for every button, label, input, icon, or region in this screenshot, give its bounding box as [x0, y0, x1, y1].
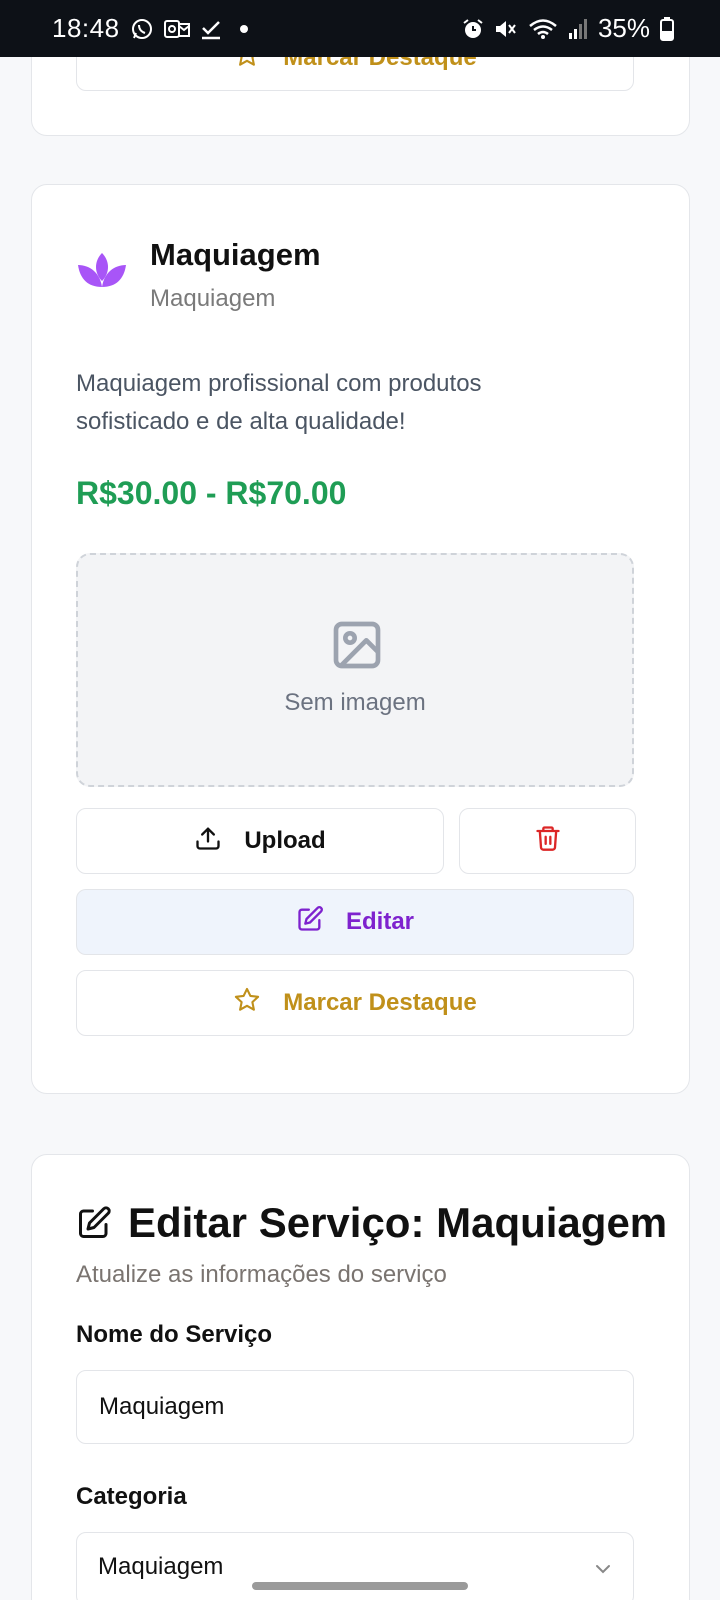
edit-icon	[296, 905, 324, 940]
edit-subtitle: Atualize as informações do serviço	[76, 1261, 447, 1288]
service-category: Maquiagem	[150, 285, 276, 312]
edit-service-card: Editar Serviço: Maquiagem Atualize as in…	[31, 1154, 690, 1600]
service-name: Maquiagem	[150, 237, 321, 272]
checkmark-icon	[200, 18, 222, 40]
image-placeholder-label: Sem imagem	[284, 689, 426, 716]
service-name-input[interactable]	[76, 1370, 634, 1444]
star-icon	[233, 986, 261, 1021]
upload-button[interactable]: Upload	[76, 808, 444, 874]
upload-icon	[194, 824, 222, 859]
chevron-down-icon	[591, 1557, 615, 1586]
edit-title-text: Editar Serviço: Maquiagem	[128, 1199, 668, 1246]
image-icon	[329, 617, 385, 678]
alarm-icon	[462, 18, 484, 40]
edit-title-icon	[76, 1205, 112, 1241]
image-placeholder[interactable]: Sem imagem	[76, 553, 634, 787]
battery-icon	[660, 16, 674, 41]
service-description: Maquiagem profissional com produtos sofi…	[76, 370, 482, 435]
status-time: 18:48	[52, 13, 120, 43]
battery-percent: 35%	[597, 13, 650, 43]
trash-icon	[534, 824, 562, 859]
service-price: R$30.00 - R$70.00	[76, 475, 347, 511]
upload-button-label: Upload	[244, 827, 326, 854]
outlook-icon	[163, 18, 190, 40]
feature-button-label: Marcar Destaque	[283, 989, 477, 1016]
category-select-value: Maquiagem	[98, 1553, 224, 1580]
name-field-label: Nome do Serviço	[76, 1321, 273, 1348]
service-card: Maquiagem Maquiagem Maquiagem profission…	[31, 184, 690, 1094]
home-indicator[interactable]	[252, 1582, 468, 1590]
edit-button-label: Editar	[345, 908, 414, 935]
whatsapp-icon	[130, 17, 154, 41]
signal-icon	[568, 18, 588, 40]
delete-button[interactable]	[459, 808, 636, 874]
mute-icon	[494, 18, 518, 40]
category-field-label: Categoria	[76, 1483, 187, 1510]
feature-button[interactable]: Marcar Destaque	[76, 970, 634, 1036]
edit-button[interactable]: Editar	[76, 889, 634, 955]
lotus-icon	[76, 251, 128, 296]
wifi-icon	[528, 18, 558, 40]
status-bar: 18:48 35%	[0, 0, 720, 57]
edit-title: Editar Serviço: Maquiagem	[76, 1199, 667, 1247]
dot-icon	[239, 24, 248, 33]
